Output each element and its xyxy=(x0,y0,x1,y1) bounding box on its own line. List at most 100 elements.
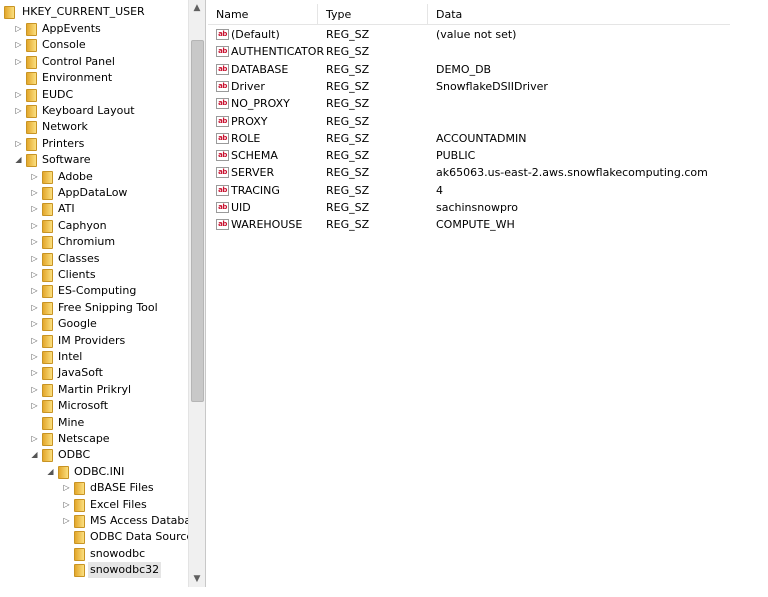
folder-icon xyxy=(74,482,85,496)
collapse-arrow-icon[interactable]: ◢ xyxy=(30,447,39,463)
value-row[interactable]: ab PROXY REG_SZ xyxy=(208,113,730,130)
value-row[interactable]: ab UID REG_SZ sachinsnowpro xyxy=(208,199,730,216)
column-header-type[interactable]: Type xyxy=(318,4,428,24)
expand-arrow-icon[interactable]: ▷ xyxy=(30,251,39,267)
reg-sz-icon: ab xyxy=(216,184,229,196)
folder-icon xyxy=(26,72,37,86)
expand-arrow-icon[interactable]: ▷ xyxy=(30,431,39,447)
folder-icon xyxy=(26,137,37,151)
value-row[interactable]: ab (Default) REG_SZ (value not set) xyxy=(208,26,730,43)
value-data: DEMO_DB xyxy=(436,62,492,76)
folder-icon xyxy=(42,170,53,184)
tree-scrollbar[interactable]: ▲ ▼ xyxy=(188,0,205,587)
registry-key-tree[interactable]: HKEY_CURRENT_USER ▷ AppEvents ▷ Console ▷ Con… xyxy=(0,0,206,587)
collapse-arrow-icon[interactable]: ◢ xyxy=(46,464,55,480)
expand-arrow-icon[interactable]: ▷ xyxy=(30,365,39,381)
expand-arrow-icon[interactable]: ▷ xyxy=(30,382,39,398)
scroll-down-arrow-icon[interactable]: ▼ xyxy=(189,571,205,587)
value-name: UID xyxy=(231,201,251,214)
expand-arrow-icon[interactable]: ▷ xyxy=(14,37,23,53)
value-name: Driver xyxy=(231,79,265,93)
value-data: COMPUTE_WH xyxy=(436,218,515,232)
tree-item-label: MS Access Databas xyxy=(90,514,197,527)
expand-arrow-icon[interactable]: ▷ xyxy=(30,349,39,365)
tree-item-label: Console xyxy=(42,38,86,52)
expand-arrow-icon[interactable]: ▷ xyxy=(30,218,39,234)
tree-item-label: ES-Computing xyxy=(58,284,137,298)
value-row[interactable]: ab SERVER REG_SZ ak65063.us-east-2.aws.snow… xyxy=(208,164,730,181)
value-data: ACCOUNTADMIN xyxy=(436,131,527,145)
registry-values-list[interactable]: Name Type Data ab (Default) REG_SZ (value n… xyxy=(208,0,730,587)
folder-icon xyxy=(26,121,37,135)
reg-sz-icon: ab xyxy=(216,150,229,162)
tree-item-label: ODBC xyxy=(58,448,91,462)
folder-icon xyxy=(42,416,53,430)
expand-arrow-icon[interactable]: ▷ xyxy=(14,103,23,119)
collapse-arrow-icon[interactable]: ◢ xyxy=(14,152,23,168)
folder-icon xyxy=(42,203,53,217)
expand-arrow-icon[interactable]: ▷ xyxy=(30,333,39,349)
folder-icon xyxy=(74,564,85,578)
value-type: REG_SZ xyxy=(326,62,370,76)
folder-icon xyxy=(42,449,53,463)
reg-sz-icon: ab xyxy=(216,80,229,92)
folder-icon xyxy=(74,498,85,512)
value-row[interactable]: ab DATABASE REG_SZ DEMO_DB xyxy=(208,61,730,78)
value-row[interactable]: ab WAREHOUSE REG_SZ COMPUTE_WH xyxy=(208,216,730,233)
value-row[interactable]: ab Driver REG_SZ SnowflakeDSIIDriver xyxy=(208,78,730,95)
expand-arrow-icon[interactable]: ▷ xyxy=(14,136,23,152)
value-row[interactable]: ab TRACING REG_SZ 4 xyxy=(208,182,730,199)
expand-arrow-icon[interactable]: ▷ xyxy=(30,283,39,299)
expand-arrow-icon[interactable]: ▷ xyxy=(14,54,23,70)
expand-arrow-icon[interactable]: ▷ xyxy=(14,87,23,103)
tree-item-label: Google xyxy=(58,317,97,331)
expand-arrow-icon[interactable]: ▷ xyxy=(30,234,39,250)
tree-item-label: ATI xyxy=(58,202,75,216)
value-row[interactable]: ab AUTHENTICATOR REG_SZ xyxy=(208,43,730,60)
expand-arrow-icon[interactable]: ▷ xyxy=(30,267,39,283)
tree-item-label: JavaSoft xyxy=(58,366,103,380)
values-header: Name Type Data xyxy=(208,4,730,25)
expand-arrow-icon[interactable]: ▷ xyxy=(62,480,71,496)
folder-icon xyxy=(42,285,53,299)
tree-item-label: Caphyon xyxy=(58,218,107,232)
folder-icon xyxy=(42,269,53,282)
tree-item-label: Software xyxy=(42,153,91,167)
folder-icon xyxy=(26,154,37,168)
expand-arrow-icon[interactable]: ▷ xyxy=(30,300,39,316)
value-name: TRACING xyxy=(231,183,280,197)
column-header-name[interactable]: Name xyxy=(208,4,318,24)
column-header-data[interactable]: Data xyxy=(428,4,730,24)
expand-arrow-icon[interactable]: ▷ xyxy=(30,169,39,185)
tree-item-label: Martin Prikryl xyxy=(58,382,132,396)
expand-arrow-icon[interactable]: ▷ xyxy=(62,497,71,513)
expand-arrow-icon[interactable]: ▷ xyxy=(30,316,39,332)
expand-arrow-icon[interactable]: ▷ xyxy=(30,201,39,217)
value-row[interactable]: ab NO_PROXY REG_SZ xyxy=(208,95,730,112)
value-row[interactable]: ab SCHEMA REG_SZ PUBLIC xyxy=(208,147,730,164)
value-name: DATABASE xyxy=(231,62,289,76)
scroll-thumb[interactable] xyxy=(191,40,204,402)
value-type: REG_SZ xyxy=(326,149,370,163)
reg-sz-icon: ab xyxy=(216,63,229,75)
folder-icon xyxy=(42,383,53,397)
folder-icon xyxy=(58,465,69,479)
value-name: WAREHOUSE xyxy=(231,218,303,232)
value-type: REG_SZ xyxy=(326,166,370,180)
folder-icon xyxy=(42,252,53,266)
expand-arrow-icon[interactable]: ▷ xyxy=(62,513,71,529)
value-row[interactable]: ab ROLE REG_SZ ACCOUNTADMIN xyxy=(208,130,730,147)
tree-item-label: AppDataLow xyxy=(58,186,128,199)
expand-arrow-icon[interactable]: ▷ xyxy=(30,398,39,414)
value-type: REG_SZ xyxy=(326,183,370,197)
value-data: PUBLIC xyxy=(436,149,476,163)
expand-arrow-icon[interactable]: ▷ xyxy=(14,21,23,37)
expand-arrow-icon[interactable]: ▷ xyxy=(30,185,39,201)
tree-item-label: Netscape xyxy=(58,432,110,445)
reg-sz-icon: ab xyxy=(216,132,229,144)
scroll-up-arrow-icon[interactable]: ▲ xyxy=(189,0,205,16)
value-name: ROLE xyxy=(231,131,261,145)
